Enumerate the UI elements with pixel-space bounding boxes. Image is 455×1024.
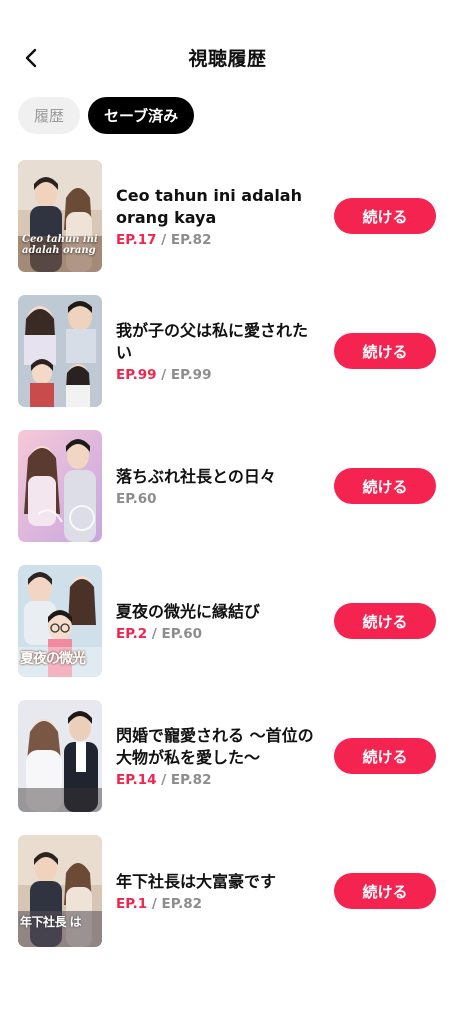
continue-button[interactable]: 続ける <box>334 603 436 639</box>
poster-thumbnail[interactable]: 夏夜の微光 <box>18 565 102 677</box>
episode-current: EP.99 <box>116 366 157 383</box>
item-title: 年下社長は大富豪です <box>116 871 277 891</box>
episode-current: EP.17 <box>116 231 157 248</box>
item-info: 落ちぶれ社長との日々 EP.60 <box>116 430 316 542</box>
continue-button[interactable]: 続ける <box>334 468 436 504</box>
episode-total: EP.82 <box>161 895 203 912</box>
episode-separator: / <box>156 771 171 788</box>
list-item[interactable]: 閃婚で寵愛される ～首位の大物が私を愛した～ EP.14 / EP.82 続ける <box>0 700 455 812</box>
item-title: 夏夜の微光に縁結び <box>116 601 261 621</box>
episode-progress: EP.1 / EP.82 <box>116 896 316 912</box>
episode-total: EP.99 <box>170 366 212 383</box>
list-item[interactable]: 我が子の父は私に愛されたい EP.99 / EP.99 続ける <box>0 295 455 407</box>
episode-progress: EP.2 / EP.60 <box>116 626 316 642</box>
poster-thumbnail[interactable]: 年下社長 は <box>18 835 102 947</box>
item-title: 我が子の父は私に愛されたい <box>116 320 309 362</box>
episode-separator: / <box>147 895 162 912</box>
episode-progress: EP.99 / EP.99 <box>116 367 316 383</box>
episode-current: EP.14 <box>116 771 157 788</box>
episode-separator: / <box>156 231 171 248</box>
poster-thumbnail[interactable] <box>18 700 102 812</box>
continue-button[interactable]: 続ける <box>334 198 436 234</box>
poster-thumbnail[interactable] <box>18 295 102 407</box>
continue-button[interactable]: 続ける <box>334 873 436 909</box>
poster-title-text: Ceo tahun ini adalah orang <box>22 234 98 256</box>
poster-thumbnail[interactable]: Ceo tahun ini adalah orang <box>18 160 102 272</box>
item-title: 落ちぶれ社長との日々 <box>116 466 276 486</box>
tab-saved[interactable]: セーブ済み <box>88 97 195 134</box>
list-item[interactable]: 夏夜の微光 夏夜の微光に縁結び EP.2 / EP.60 続ける <box>0 565 455 677</box>
list-item[interactable]: 落ちぶれ社長との日々 EP.60 続ける <box>0 430 455 542</box>
list-item[interactable]: 年下社長 は 年下社長は大富豪です EP.1 / EP.82 続ける <box>0 835 455 947</box>
episode-progress: EP.17 / EP.82 <box>116 232 316 248</box>
continue-button[interactable]: 続ける <box>334 738 436 774</box>
poster-title-text: 夏夜の微光 <box>20 651 86 667</box>
poster-title-text: 年下社長 は <box>20 915 82 929</box>
item-title: Ceo tahun ini adalah orang kaya <box>116 185 302 227</box>
list-item[interactable]: Ceo tahun ini adalah orang Ceo tahun ini… <box>0 160 455 272</box>
item-info: 年下社長は大富豪です EP.1 / EP.82 <box>116 835 316 947</box>
episode-separator: / <box>147 625 162 642</box>
item-title: 閃婚で寵愛される ～首位の大物が私を愛した～ <box>116 725 314 767</box>
episode-total: EP.60 <box>161 625 203 642</box>
item-info: 夏夜の微光に縁結び EP.2 / EP.60 <box>116 565 316 677</box>
item-info: Ceo tahun ini adalah orang kaya EP.17 / … <box>116 160 316 272</box>
page-title: 視聴履歴 <box>188 48 267 70</box>
tab-bar: 履歴 セーブ済み <box>18 97 195 134</box>
episode-progress: EP.14 / EP.82 <box>116 772 316 788</box>
episode-progress: EP.60 <box>116 491 316 507</box>
episode-current: EP.1 <box>116 895 148 912</box>
tab-history[interactable]: 履歴 <box>18 97 81 134</box>
episode-separator: / <box>156 366 171 383</box>
continue-button[interactable]: 続ける <box>334 333 436 369</box>
episode-total: EP.82 <box>170 771 212 788</box>
episode-total: EP.60 <box>116 490 157 507</box>
episode-current: EP.2 <box>116 625 148 642</box>
episode-total: EP.82 <box>170 231 212 248</box>
item-info: 我が子の父は私に愛されたい EP.99 / EP.99 <box>116 295 316 407</box>
poster-thumbnail[interactable] <box>18 430 102 542</box>
item-info: 閃婚で寵愛される ～首位の大物が私を愛した～ EP.14 / EP.82 <box>116 700 316 812</box>
